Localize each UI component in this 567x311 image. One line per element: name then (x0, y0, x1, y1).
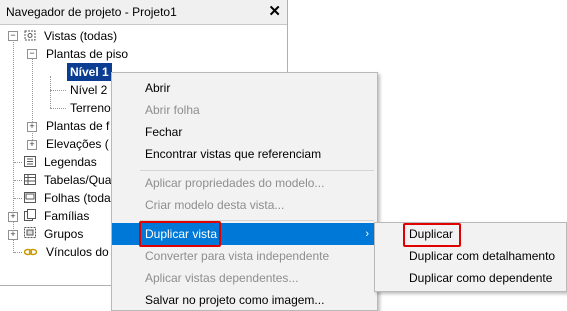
submenu-item-duplicate-with-detailing[interactable]: Duplicar com detalhamento (375, 245, 565, 267)
tree-item-level-1[interactable]: Nível 1 (67, 63, 112, 81)
menu-item-open[interactable]: Abrir (112, 77, 377, 99)
tree-line (14, 180, 22, 181)
tree-item-elevations[interactable]: Elevações ( (46, 135, 109, 153)
menu-item-open-sheet[interactable]: Abrir folha (112, 99, 377, 121)
tree-line (14, 162, 22, 163)
tree-line (14, 198, 22, 199)
menu-item-close[interactable]: Fechar (112, 121, 377, 143)
sheet-icon (24, 192, 36, 203)
submenu-arrow-icon: › (365, 228, 369, 240)
tree-item-links[interactable]: Vínculos do (46, 243, 109, 261)
menu-item-apply-template-properties[interactable]: Aplicar propriedades do modelo... (112, 172, 377, 194)
tree-item-groups[interactable]: Grupos (44, 225, 83, 243)
tree-item-ceiling-plans[interactable]: Plantas de f (46, 117, 109, 135)
tree-line (50, 76, 51, 108)
expand-toggle[interactable]: + (27, 140, 37, 150)
views-icon (24, 30, 36, 41)
legend-icon (24, 156, 36, 167)
collapse-toggle[interactable]: − (8, 31, 18, 41)
family-icon (24, 209, 36, 221)
group-icon (24, 227, 36, 238)
tree-item-families[interactable]: Famílias (44, 207, 89, 225)
menu-item-find-referring-views[interactable]: Encontrar vistas que referenciam (112, 143, 377, 165)
context-menu: Abrir Abrir folha Fechar Encontrar vista… (111, 72, 378, 311)
tree-item-schedules[interactable]: Tabelas/Qua (44, 171, 111, 189)
collapse-toggle[interactable]: − (27, 49, 37, 59)
tree-line (50, 90, 66, 91)
menu-item-create-template[interactable]: Criar modelo desta vista... (112, 194, 377, 216)
menu-item-apply-dependent-views[interactable]: Aplicar vistas dependentes... (112, 267, 377, 289)
tree-item-floor-plans[interactable]: Plantas de piso (46, 45, 128, 63)
expand-toggle[interactable]: + (8, 212, 18, 222)
tree-line (50, 108, 66, 109)
expand-toggle[interactable]: + (27, 122, 37, 132)
submenu-item-duplicate-as-dependent[interactable]: Duplicar como dependente (375, 267, 565, 289)
tree-item-level-2[interactable]: Nível 2 (70, 81, 107, 99)
close-icon[interactable]: ✕ (268, 2, 281, 20)
menu-item-convert-independent[interactable]: Converter para vista independente (112, 245, 377, 267)
tree-item-sheets[interactable]: Folhas (toda (44, 189, 111, 207)
menu-separator (140, 170, 374, 171)
duplicate-submenu: Duplicar Duplicar com detalhamento Dupli… (374, 222, 567, 292)
annotation-highlight-box (403, 223, 461, 247)
tree-line (14, 252, 22, 253)
annotation-highlight-box (139, 221, 221, 247)
panel-titlebar: Navegador de projeto - Projeto1 ✕ (0, 0, 287, 25)
link-icon (24, 248, 37, 256)
menu-item-save-as-image[interactable]: Salvar no projeto como imagem... (112, 289, 377, 311)
expand-toggle[interactable]: + (8, 230, 18, 240)
tree-item-views[interactable]: Vistas (todas) (44, 27, 117, 45)
tree-item-legends[interactable]: Legendas (44, 153, 97, 171)
tree-item-terrain[interactable]: Terreno (70, 99, 111, 117)
schedule-icon (24, 174, 36, 185)
tree-line (32, 58, 33, 146)
panel-title: Navegador de projeto - Projeto1 (6, 5, 177, 19)
